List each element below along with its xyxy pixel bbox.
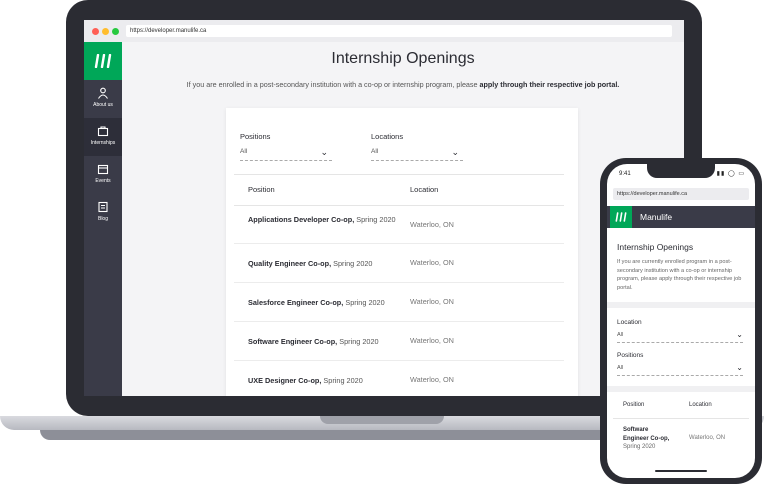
sidebar-item-label: About us xyxy=(93,102,113,108)
address-bar[interactable]: https://developer.manulife.ca xyxy=(126,25,672,37)
location-filter-value: All xyxy=(617,332,624,338)
sidebar-item-label: Events xyxy=(95,178,111,184)
phone-page-title: Internship Openings xyxy=(617,242,694,252)
phone-screen: 9:41 ▮▮ ◯ ▭ https://developer.manulife.c… xyxy=(607,164,755,478)
row-location: Waterloo, ON xyxy=(410,375,454,384)
location-filter-label: Location xyxy=(617,319,642,326)
row-position-term: Spring 2020 xyxy=(337,337,379,346)
calendar-icon xyxy=(97,164,109,175)
sidebar-item-about-us[interactable]: About us xyxy=(84,80,122,118)
chevron-down-icon: ⌄ xyxy=(736,330,743,339)
sidebar-item-blog[interactable]: Blog xyxy=(84,194,122,232)
positions-filter-value: All xyxy=(617,365,624,371)
section-divider xyxy=(607,386,755,392)
phone-table-header: Position Location xyxy=(613,396,749,419)
manulife-logo[interactable] xyxy=(84,42,122,80)
intro-text-plain: If you are enrolled in a post-secondary … xyxy=(186,80,480,89)
sidebar: About us Internships Events Blog xyxy=(84,42,122,396)
table-row[interactable]: Software Engineer Co-op, Spring 2020 Wat… xyxy=(613,422,749,462)
positions-filter-value: All xyxy=(240,148,248,155)
row-position-term: Spring 2020 xyxy=(343,298,385,307)
table-row[interactable]: UXE Designer Co-op, Spring 2020 Waterloo… xyxy=(234,361,564,396)
row-location: Waterloo, ON xyxy=(410,258,454,267)
brand-name: Manulife xyxy=(640,212,673,222)
table-row[interactable]: Applications Developer Co-op, Spring 202… xyxy=(234,205,564,244)
sidebar-item-internships[interactable]: Internships xyxy=(84,118,122,156)
row-position-term: Spring 2020 xyxy=(321,376,363,385)
row-location: Waterloo, ON xyxy=(410,336,454,345)
row-position-term: Spring 2020 xyxy=(623,444,656,450)
manulife-logo-icon xyxy=(94,54,112,68)
table-row[interactable]: Software Engineer Co-op, Spring 2020 Wat… xyxy=(234,322,564,361)
internships-card: Positions All ⌄ Locations All ⌄ Position… xyxy=(226,108,578,396)
row-position: Software Engineer Co-op, Spring 2020 xyxy=(623,426,669,452)
document-icon xyxy=(98,201,108,213)
home-indicator[interactable] xyxy=(655,470,707,472)
sidebar-item-label: Internships xyxy=(90,140,116,146)
phone-address-bar[interactable]: https://developer.manulife.ca xyxy=(613,188,749,200)
briefcase-icon xyxy=(97,126,109,137)
row-location: Waterloo, ON xyxy=(410,220,454,229)
status-time: 9:41 xyxy=(619,171,631,177)
chevron-down-icon: ⌄ xyxy=(451,147,459,157)
close-window-dot[interactable] xyxy=(92,28,99,35)
chevron-down-icon: ⌄ xyxy=(320,147,328,157)
person-icon xyxy=(98,87,108,99)
phone-header: Manulife xyxy=(607,206,755,228)
row-position: Software Engineer Co-op, Spring 2020 xyxy=(248,336,408,347)
section-divider xyxy=(607,302,755,308)
laptop-hinge-notch xyxy=(320,416,444,424)
table-header: Position Location xyxy=(234,174,564,206)
table-row[interactable]: Salesforce Engineer Co-op, Spring 2020 W… xyxy=(234,283,564,322)
row-position-title: Software Engineer Co-op, xyxy=(248,337,338,346)
row-position: UXE Designer Co-op, Spring 2020 xyxy=(248,375,408,386)
column-header-location: Location xyxy=(410,185,439,194)
row-location: Waterloo, ON xyxy=(410,297,454,306)
laptop-screen: https://developer.manulife.ca About us I… xyxy=(84,20,684,396)
page-title: Internship Openings xyxy=(331,50,475,67)
phone-notch xyxy=(647,164,715,178)
row-position-title: Salesforce Engineer Co-op, xyxy=(248,298,344,307)
positions-filter-label: Positions xyxy=(240,132,271,141)
browser-chrome: https://developer.manulife.ca xyxy=(84,20,684,42)
intro-text-bold: apply through their respective job porta… xyxy=(479,80,620,89)
column-header-location: Location xyxy=(689,402,712,408)
row-location: Waterloo, ON xyxy=(689,435,726,441)
positions-filter-select[interactable]: All ⌄ xyxy=(240,147,332,161)
maximize-window-dot[interactable] xyxy=(112,28,119,35)
row-position-title-line1: Software xyxy=(623,427,649,433)
row-position-title: Applications Developer Co-op, xyxy=(248,215,355,224)
manulife-logo-icon xyxy=(615,212,627,222)
chevron-down-icon: ⌄ xyxy=(736,363,743,372)
positions-filter-label: Positions xyxy=(617,352,644,359)
row-position-title-line2: Engineer Co-op, xyxy=(623,435,670,442)
locations-filter-select[interactable]: All ⌄ xyxy=(371,147,463,161)
row-position: Quality Engineer Co-op, Spring 2020 xyxy=(248,258,398,269)
positions-filter-select[interactable]: All ⌄ xyxy=(617,363,743,376)
location-filter-select[interactable]: All ⌄ xyxy=(617,330,743,343)
column-header-position: Position xyxy=(248,185,275,194)
row-position-term: Spring 2020 xyxy=(354,215,396,224)
row-position-title: Quality Engineer Co-op, xyxy=(248,259,332,268)
intro-text: If you are enrolled in a post-secondary … xyxy=(122,80,684,89)
row-position-term: Spring 2020 xyxy=(331,259,373,268)
locations-filter-label: Locations xyxy=(371,132,404,141)
table-row[interactable]: Quality Engineer Co-op, Spring 2020 Wate… xyxy=(234,244,564,283)
row-position-title: UXE Designer Co-op, xyxy=(248,376,322,385)
signal-wifi-battery-icon: ▮▮ ◯ ▭ xyxy=(716,171,745,177)
locations-filter-value: All xyxy=(371,148,379,155)
phone-intro-text: If you are currently enrolled program in… xyxy=(617,259,742,291)
manulife-logo[interactable] xyxy=(610,206,632,228)
minimize-window-dot[interactable] xyxy=(102,28,109,35)
sidebar-item-label: Blog xyxy=(97,216,108,222)
row-position: Salesforce Engineer Co-op, Spring 2020 xyxy=(248,297,408,308)
sidebar-item-events[interactable]: Events xyxy=(84,156,122,194)
row-position: Applications Developer Co-op, Spring 202… xyxy=(248,214,398,225)
column-header-position: Position xyxy=(623,402,645,408)
